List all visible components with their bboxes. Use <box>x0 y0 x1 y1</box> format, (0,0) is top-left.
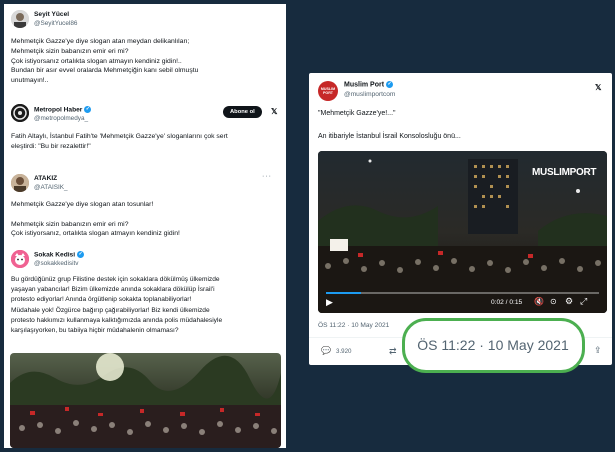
video-time: 0:02 / 0:15 <box>491 299 523 306</box>
author-handle[interactable]: @muslimportcom <box>344 91 395 98</box>
author-name-text[interactable]: Muslim Port <box>344 81 384 88</box>
tweet-metropol-haber[interactable]: Metropol Haber ✓ @metropolmedya_ Abone ol… <box>4 99 286 161</box>
author-name-text[interactable]: Metropol Haber <box>34 106 82 113</box>
author-name[interactable]: ATAKIZ <box>34 175 57 182</box>
tweet-sokak-kedisi[interactable]: Sokak Kedisi ✓ @sokakkedisitv Bu gördüğün… <box>4 243 286 448</box>
avatar[interactable] <box>11 104 29 122</box>
retweet-icon[interactable]: ⇄ <box>389 346 397 357</box>
video-progress-fill <box>326 292 362 294</box>
video-watermark: MUSLIMPORT <box>532 167 597 178</box>
avatar[interactable] <box>11 174 29 192</box>
tweet-headline: "Mehmetçik Gazze'ye!..." <box>318 110 396 117</box>
captions-icon[interactable]: ⊙ <box>550 297 557 306</box>
reply-icon[interactable]: 💬 <box>321 346 331 355</box>
tweet-text: Fatih Altaylı, İstanbul Fatih'te 'Mehmet… <box>11 133 228 150</box>
verified-badge-icon: ✓ <box>386 81 394 88</box>
timestamp-highlight: ÖS 11:22 · 10 May 2021 <box>402 318 585 373</box>
x-logo-icon: 𝕏 <box>271 107 278 116</box>
author-name[interactable]: Sokak Kedisi ✓ <box>34 251 85 258</box>
verified-badge-icon: ✓ <box>84 106 92 113</box>
avatar[interactable]: MUSLIM PORT <box>318 81 338 101</box>
avatar[interactable] <box>11 250 29 268</box>
share-icon[interactable]: ⇪ <box>594 345 602 356</box>
follow-button[interactable]: Abone ol <box>223 106 262 118</box>
author-handle[interactable]: @metropolmedya_ <box>34 115 88 122</box>
tweet-timestamp[interactable]: ÖS 11:22 · 10 May 2021 <box>318 322 389 329</box>
tweet-text: Mehmetçik Gazze'ye diye slogan atan meyd… <box>11 38 199 85</box>
tweet-seyit-yucel[interactable]: Seyit Yücel @SeyitYucel86 Mehmetçik Gazz… <box>4 4 286 99</box>
verified-badge-icon: ✓ <box>77 251 85 258</box>
play-icon[interactable]: ▶ <box>326 297 333 308</box>
x-logo-icon: 𝕏 <box>595 83 602 92</box>
author-name[interactable]: Muslim Port ✓ <box>344 81 394 88</box>
settings-gear-icon[interactable]: ⚙ <box>565 296 573 307</box>
tweet-text: Bu gördüğünüz grup Filistine destek için… <box>11 276 223 335</box>
volume-icon[interactable]: 🔇 <box>534 297 544 306</box>
tweet-video[interactable] <box>10 353 281 448</box>
tweet-atakiz[interactable]: ATAKIZ @ATAISIK_ ··· Mehmetçik Gazze'ye … <box>4 165 286 243</box>
author-name-text[interactable]: Sokak Kedisi <box>34 251 75 258</box>
more-options-icon[interactable]: ··· <box>262 173 272 180</box>
left-screenshot-panel: Seyit Yücel @SeyitYucel86 Mehmetçik Gazz… <box>4 4 286 448</box>
video-progress-track[interactable] <box>326 292 599 294</box>
author-name[interactable]: Seyit Yücel <box>34 11 69 18</box>
author-handle[interactable]: @SeyitYucel86 <box>34 20 77 27</box>
reply-count: 3.920 <box>336 348 352 355</box>
avatar[interactable] <box>11 10 29 28</box>
video-player[interactable]: MUSLIMPORT ▶ 0:02 / 0:15 🔇 ⊙ ⚙ ⤢ <box>318 151 607 313</box>
author-handle[interactable]: @sokakkedisitv <box>34 260 79 267</box>
tweet-subtext: An itibariyle İstanbul İsrail Konsoloslu… <box>318 133 461 140</box>
fullscreen-icon[interactable]: ⤢ <box>580 296 587 307</box>
author-handle[interactable]: @ATAISIK_ <box>34 184 68 191</box>
highlighted-timestamp: ÖS 11:22 · 10 May 2021 <box>417 337 569 353</box>
avatar-text: MUSLIM PORT <box>320 87 336 95</box>
author-name[interactable]: Metropol Haber ✓ <box>34 106 92 113</box>
tweet-text: Mehmetçik Gazze'ye diye slogan atan tosu… <box>11 201 180 238</box>
